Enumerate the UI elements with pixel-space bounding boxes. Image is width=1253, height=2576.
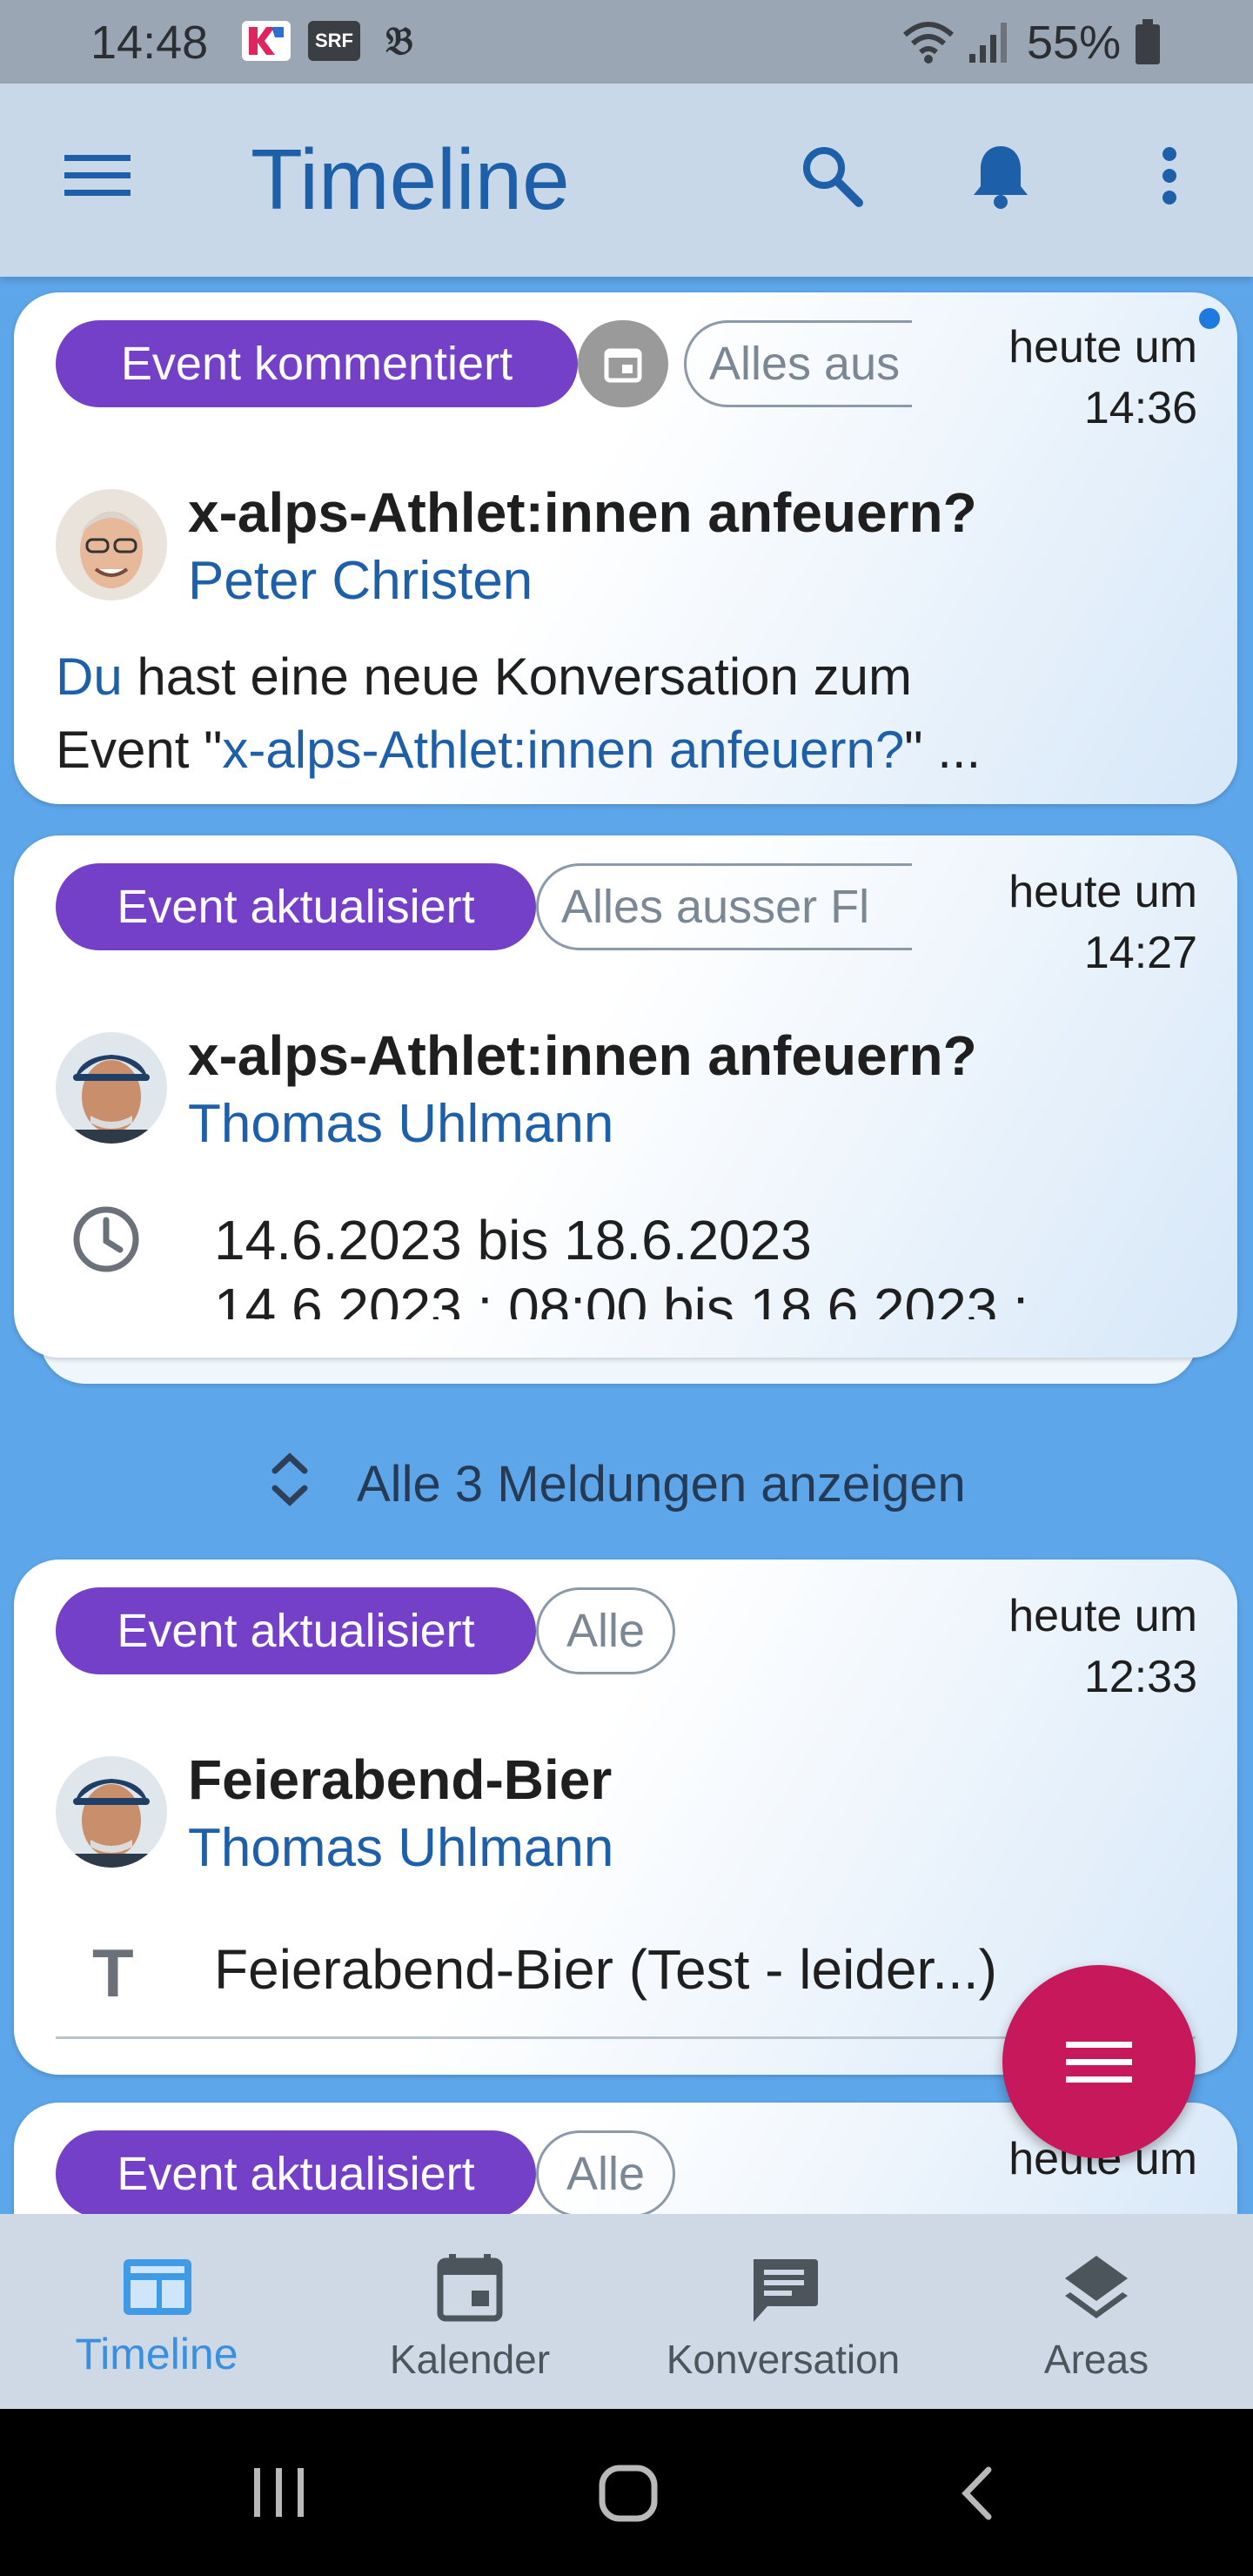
description-text: Feierabend-Bier (Test - leider...) xyxy=(214,1938,997,2001)
show-all-label: Alle 3 Meldungen anzeigen xyxy=(357,1456,966,1513)
badge-label: Event aktualisiert xyxy=(117,881,475,933)
body-link-you[interactable]: Du xyxy=(56,647,123,706)
search-icon[interactable] xyxy=(788,132,875,219)
timestamp-line1: heute um xyxy=(1008,322,1197,372)
timestamp-line1: heute um xyxy=(1008,1591,1197,1641)
timestamp-line1: heute um xyxy=(1008,867,1197,917)
audience-tag-label: Alle xyxy=(566,2148,646,2200)
event-type-badge: Event aktualisiert xyxy=(56,1587,536,1674)
event-type-badge: Event kommentiert xyxy=(56,320,578,407)
audience-tag: Alle xyxy=(536,1587,675,1674)
audience-tag-label: Alles aus xyxy=(709,338,901,390)
menu-icon xyxy=(1066,2042,1132,2083)
nav-item-kalender[interactable]: Kalender xyxy=(339,2214,600,2409)
newspaper-app-icon: 𝔅 xyxy=(385,18,413,64)
nav-label: Konversation xyxy=(666,2337,901,2382)
card-author[interactable]: Peter Christen xyxy=(188,550,533,612)
bell-icon[interactable] xyxy=(957,132,1044,219)
card-author[interactable]: Thomas Uhlmann xyxy=(188,1093,613,1155)
audience-tag: Alle xyxy=(536,2130,675,2217)
srf-app-label: SRF xyxy=(315,30,353,51)
badge-label: Event kommentiert xyxy=(120,338,513,390)
badge-label: Event aktualisiert xyxy=(117,2148,475,2200)
page-title: Timeline xyxy=(251,131,570,227)
card-title: x-alps-Athlet:innen anfeuern? xyxy=(188,1024,977,1087)
avatar xyxy=(56,1032,167,1144)
event-type-badge: Event aktualisiert xyxy=(56,2130,536,2217)
date-range-detail: 14.6.2023 : 08:00 bis 18.6.2023 : xyxy=(214,1277,1029,1319)
status-time: 14:48 xyxy=(90,17,209,69)
signal-icon xyxy=(969,23,1007,63)
audience-tag-label: Alle xyxy=(566,1605,646,1657)
status-bar: 14:48 SRF 𝔅 55% xyxy=(0,0,1253,84)
nav-item-areas[interactable]: Areas xyxy=(966,2214,1227,2409)
timeline-card[interactable]: Event kommentiert Alles aus heute um 14:… xyxy=(14,292,1237,804)
body-text: " ... xyxy=(904,721,982,779)
battery-percent: 55% xyxy=(1027,17,1122,69)
kr-app-icon xyxy=(242,21,291,61)
unread-dot xyxy=(1199,308,1220,329)
timestamp-line2: 14:36 xyxy=(1083,383,1197,433)
card-title: x-alps-Athlet:innen anfeuern? xyxy=(188,481,977,544)
timeline-icon xyxy=(124,2259,191,2315)
nav-label: Timeline xyxy=(75,2330,238,2378)
show-all-notifications-button[interactable]: Alle 3 Meldungen anzeigen xyxy=(0,1427,1253,1532)
card-body: Du hast eine neue Konversation zum Event… xyxy=(56,641,1204,787)
fab-menu-button[interactable] xyxy=(1002,1965,1196,2158)
avatar xyxy=(56,489,167,600)
audience-tag-label: Alles ausser Fl xyxy=(561,881,870,933)
timestamp: heute um 12:33 xyxy=(1008,1586,1197,1707)
clock-icon xyxy=(73,1206,139,1272)
wifi-icon xyxy=(903,22,954,64)
calendar-badge-icon xyxy=(578,320,668,407)
back-icon[interactable] xyxy=(957,2465,995,2522)
audience-tag: Alles ausser Fl xyxy=(536,863,912,950)
srf-app-icon: SRF xyxy=(308,21,360,61)
timestamp-line2: 14:27 xyxy=(1083,928,1197,978)
card-author[interactable]: Thomas Uhlmann xyxy=(188,1817,613,1879)
home-icon[interactable] xyxy=(599,2465,658,2522)
audience-tag: Alles aus xyxy=(684,320,912,407)
nav-item-timeline[interactable]: Timeline xyxy=(26,2214,287,2409)
timestamp-line2: 12:33 xyxy=(1083,1652,1197,1702)
battery-icon xyxy=(1136,19,1160,64)
badge-label: Event aktualisiert xyxy=(117,1605,475,1657)
event-type-badge: Event aktualisiert xyxy=(56,863,536,950)
avatar xyxy=(56,1756,167,1868)
nav-label: Kalender xyxy=(389,2337,551,2382)
more-vert-icon[interactable] xyxy=(1126,132,1213,219)
timeline-card[interactable]: Event aktualisiert Alles ausser Fl heute… xyxy=(14,835,1237,1358)
body-text: hast eine neue Konversation zum xyxy=(122,647,912,706)
nav-item-konversation[interactable]: Konversation xyxy=(653,2214,914,2409)
timestamp: heute um 14:27 xyxy=(1008,862,1197,983)
chat-icon xyxy=(754,2259,818,2322)
layers-icon xyxy=(1065,2256,1128,2318)
body-text: Event " xyxy=(56,721,223,779)
recent-apps-icon[interactable] xyxy=(252,2466,306,2519)
nav-label: Areas xyxy=(1043,2337,1149,2382)
calendar-icon xyxy=(437,2254,503,2322)
system-navigation-bar xyxy=(0,2409,1253,2576)
text-field-icon: T xyxy=(92,1935,134,2011)
app-bar: Timeline xyxy=(0,84,1253,277)
menu-icon[interactable] xyxy=(54,132,141,219)
card-title: Feierabend-Bier xyxy=(188,1748,613,1811)
unfold-more-icon xyxy=(271,1452,308,1506)
date-range: 14.6.2023 bis 18.6.2023 xyxy=(214,1209,812,1271)
timestamp: heute um 14:36 xyxy=(1008,317,1197,439)
body-link-event[interactable]: x-alps-Athlet:innen anfeuern? xyxy=(222,721,904,779)
bottom-navigation: Timeline Kalender Konversation Areas xyxy=(0,2214,1253,2409)
